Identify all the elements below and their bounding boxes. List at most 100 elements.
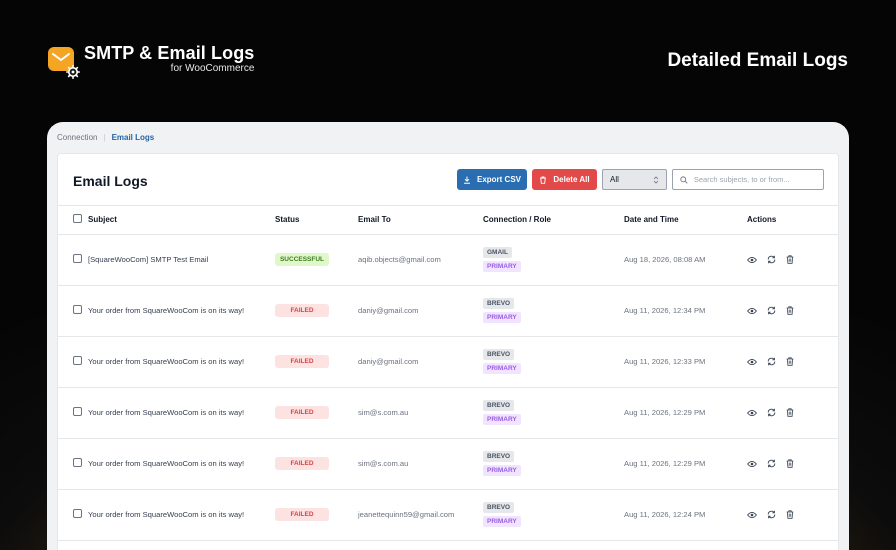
row-actions — [747, 357, 838, 367]
eye-icon[interactable] — [747, 459, 757, 469]
trash-icon — [540, 176, 547, 184]
role-tag: PRIMARY — [483, 516, 521, 527]
column-connection-role: Connection / Role — [483, 206, 624, 235]
status-filter-value: All — [610, 175, 619, 184]
row-email-to: daniy@gmail.com — [358, 285, 483, 337]
search-icon — [680, 175, 688, 184]
role-tag: PRIMARY — [483, 261, 521, 272]
row-subject: Your order from SquareWooCom is on its w… — [88, 438, 275, 490]
connection-role: GMAIL PRIMARY — [483, 247, 624, 272]
connection-role: BREVO PRIMARY — [483, 451, 624, 476]
column-actions: Actions — [747, 206, 838, 235]
table-row[interactable]: Your order from SquareWooCom is on its w… — [58, 387, 838, 439]
connection-tag: BREVO — [483, 400, 515, 411]
refresh-icon[interactable] — [766, 357, 776, 367]
row-actions — [747, 408, 838, 418]
row-subject: Your order from SquareWooCom is on its w… — [88, 336, 275, 388]
refresh-icon[interactable] — [766, 459, 776, 469]
row-subject: Your order from SquareWooCom is on its w… — [88, 387, 275, 439]
connection-tag: BREVO — [483, 298, 515, 309]
trash-icon[interactable] — [785, 255, 795, 265]
row-email-to: aqib.objects@gmail.com — [358, 234, 483, 286]
connection-tag: BREVO — [483, 502, 515, 513]
status-badge: SUCCESSFUL — [275, 253, 329, 266]
row-checkbox[interactable] — [73, 254, 82, 263]
connection-tag: GMAIL — [483, 247, 512, 258]
card-header: Email Logs Export CSV Delete All All — [58, 154, 838, 206]
connection-tag: BREVO — [483, 451, 515, 462]
trash-icon[interactable] — [785, 510, 795, 520]
row-checkbox[interactable] — [73, 356, 82, 365]
row-date-time: Aug 18, 2026, 08:08 AM — [624, 234, 747, 286]
table-row[interactable]: Your order from SquareWooCom is on its w… — [58, 336, 838, 388]
trash-icon[interactable] — [785, 459, 795, 469]
envelope-gear-icon — [48, 45, 80, 79]
eye-icon[interactable] — [747, 357, 757, 367]
email-logs-table: Subject Status Email To Connection / Rol… — [58, 206, 838, 541]
breadcrumb-email-logs[interactable]: Email Logs — [112, 133, 155, 142]
table-row[interactable]: Your order from SquareWooCom is on its w… — [58, 438, 838, 490]
breadcrumb-connection[interactable]: Connection — [57, 133, 97, 142]
row-subject: Your order from SquareWooCom is on its w… — [88, 285, 275, 337]
search-box — [672, 169, 824, 190]
column-subject: Subject — [88, 206, 275, 235]
hero-title: Detailed Email Logs — [667, 50, 848, 71]
chevron-updown-icon — [653, 175, 659, 184]
delete-all-button[interactable]: Delete All — [532, 169, 597, 190]
row-email-to: jeanettequinn59@gmail.com — [358, 489, 483, 541]
status-badge: FAILED — [275, 457, 329, 470]
table-row[interactable]: [SquareWooCom] SMTP Test Email SUCCESSFU… — [58, 234, 838, 286]
export-csv-button[interactable]: Export CSV — [457, 169, 527, 190]
download-icon — [463, 176, 470, 184]
row-subject: Your order from SquareWooCom is on its w… — [88, 489, 275, 541]
status-badge: FAILED — [275, 304, 329, 317]
row-date-time: Aug 11, 2026, 12:33 PM — [624, 336, 747, 388]
trash-icon[interactable] — [785, 306, 795, 316]
eye-icon[interactable] — [747, 306, 757, 316]
role-tag: PRIMARY — [483, 465, 521, 476]
connection-role: BREVO PRIMARY — [483, 298, 624, 323]
app-window: Connection | Email Logs Email Logs Expor… — [47, 122, 849, 550]
row-checkbox[interactable] — [73, 458, 82, 467]
status-filter-select[interactable]: All — [602, 169, 667, 190]
connection-role: BREVO PRIMARY — [483, 400, 624, 425]
search-input[interactable] — [693, 175, 816, 184]
row-actions — [747, 255, 838, 265]
row-checkbox[interactable] — [73, 407, 82, 416]
refresh-icon[interactable] — [766, 306, 776, 316]
breadcrumb-separator: | — [103, 133, 106, 142]
row-actions — [747, 459, 838, 469]
row-checkbox[interactable] — [73, 509, 82, 518]
status-badge: FAILED — [275, 406, 329, 419]
row-email-to: daniy@gmail.com — [358, 336, 483, 388]
delete-all-label: Delete All — [553, 175, 590, 184]
role-tag: PRIMARY — [483, 414, 521, 425]
row-checkbox[interactable] — [73, 305, 82, 314]
role-tag: PRIMARY — [483, 363, 521, 374]
table-row[interactable]: Your order from SquareWooCom is on its w… — [58, 285, 838, 337]
refresh-icon[interactable] — [766, 510, 776, 520]
role-tag: PRIMARY — [483, 312, 521, 323]
row-subject: [SquareWooCom] SMTP Test Email — [88, 234, 275, 286]
page-title: Email Logs — [73, 173, 148, 189]
column-email-to: Email To — [358, 206, 483, 235]
refresh-icon[interactable] — [766, 408, 776, 418]
status-badge: FAILED — [275, 355, 329, 368]
breadcrumb: Connection | Email Logs — [57, 133, 154, 142]
row-date-time: Aug 11, 2026, 12:24 PM — [624, 489, 747, 541]
eye-icon[interactable] — [747, 255, 757, 265]
connection-role: BREVO PRIMARY — [483, 502, 624, 527]
email-logs-card: Email Logs Export CSV Delete All All Sea… — [57, 153, 839, 550]
row-email-to: sim@s.com.au — [358, 387, 483, 439]
connection-tag: BREVO — [483, 349, 515, 360]
select-all-checkbox[interactable] — [73, 214, 82, 224]
eye-icon[interactable] — [747, 510, 757, 520]
refresh-icon[interactable] — [766, 255, 776, 265]
table-row[interactable]: Your order from SquareWooCom is on its w… — [58, 489, 838, 541]
eye-icon[interactable] — [747, 408, 757, 418]
trash-icon[interactable] — [785, 408, 795, 418]
brand-subtitle: for WooCommerce — [170, 63, 255, 74]
row-actions — [747, 306, 838, 316]
column-date-time: Date and Time — [624, 206, 747, 235]
trash-icon[interactable] — [785, 357, 795, 367]
